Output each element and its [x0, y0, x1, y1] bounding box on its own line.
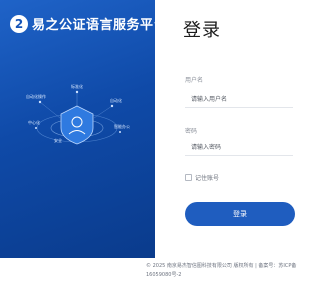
node-dot: [38, 100, 42, 104]
illustration-label: 安全: [54, 137, 62, 143]
password-input[interactable]: [185, 140, 293, 156]
brand: 2 易之公证语言服务平台: [10, 14, 155, 33]
remember-label: 记住账号: [195, 175, 220, 182]
username-input[interactable]: [185, 92, 293, 108]
illustration-label: 标准化: [71, 83, 83, 89]
connector-line-left: [39, 101, 61, 119]
illustration-label: 智能办公: [114, 123, 130, 129]
footer-copyright: © 2025 南京易杰智信图科技有限公司 版权所有 | 备案号：苏ICP备160…: [146, 263, 297, 278]
illustration-label: 自动化: [110, 97, 122, 103]
connector-line-right: [93, 105, 113, 119]
login-panel: 登录 用户名 密码 记住账号 登录: [155, 0, 300, 258]
node-dot: [75, 90, 79, 94]
login-button[interactable]: 登录: [185, 202, 295, 226]
platform-illustration: 标准化 自动化操作 中心化 自动化 智能办公 安全: [26, 83, 130, 145]
password-label: 密码: [185, 128, 198, 135]
remember-account[interactable]: 记住账号: [185, 173, 219, 182]
remember-checkbox[interactable]: [185, 174, 192, 181]
username-label: 用户名: [185, 77, 204, 84]
brand-logo-icon: 2: [10, 14, 28, 33]
login-title: 登录: [183, 20, 221, 41]
brand-panel: 2 易之公证语言服务平台 标准化 自动化操作 中心化 自动化 智能办公 安全: [0, 0, 155, 258]
illustration-label: 中心化: [28, 119, 40, 125]
node-dot: [119, 131, 121, 133]
brand-name: 易之公证语言服务平台: [32, 18, 155, 33]
node-dot: [35, 127, 37, 129]
shield-icon: [60, 105, 94, 145]
illustration-label: 自动化操作: [26, 93, 46, 99]
node-dot: [110, 104, 114, 108]
